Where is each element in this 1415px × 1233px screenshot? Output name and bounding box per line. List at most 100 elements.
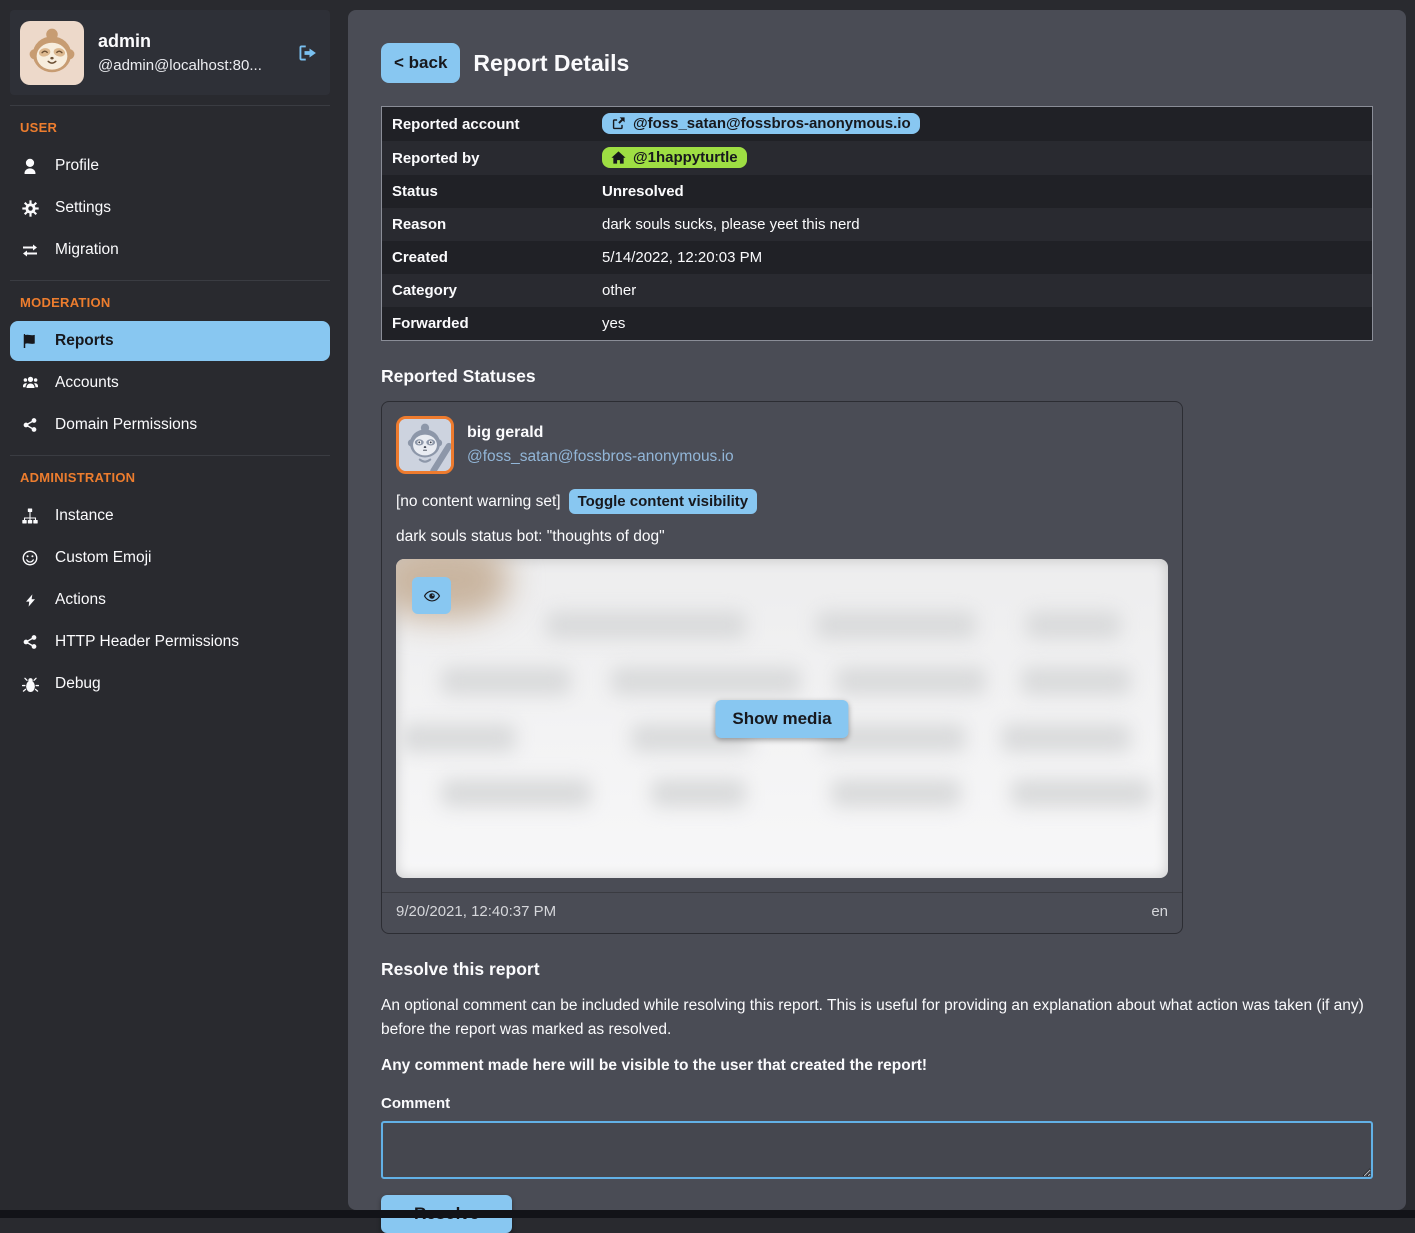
media-blur-blob: [836, 667, 986, 695]
table-row: Reported account @foss_satan@fossbros-an…: [382, 107, 1373, 142]
logout-button[interactable]: [296, 43, 318, 63]
media-blur-blob: [441, 667, 571, 695]
sidebar-item-label: Custom Emoji: [55, 549, 151, 567]
house-icon: [611, 150, 626, 165]
media-blur-blob: [401, 724, 516, 752]
user-card[interactable]: admin @admin@localhost:80...: [10, 10, 330, 95]
hide-media-eye-button[interactable]: [412, 577, 451, 614]
status-language: en: [1151, 903, 1168, 920]
nav-section-moderation: MODERATION: [10, 283, 330, 319]
status-display-name: big gerald: [467, 424, 734, 442]
sidebar-item-domain-permissions[interactable]: Domain Permissions: [10, 405, 330, 445]
comment-label: Comment: [381, 1095, 1373, 1112]
reported-account-link[interactable]: @foss_satan@fossbros-anonymous.io: [602, 113, 920, 134]
media-blur-blob: [816, 611, 976, 639]
sidebar-item-actions[interactable]: Actions: [10, 580, 330, 620]
category-value: other: [592, 274, 1373, 307]
content-warning-text: [no content warning set]: [396, 493, 561, 511]
table-row: Reported by @1happyturtle: [382, 141, 1373, 175]
media-blur-blob: [1001, 724, 1131, 752]
sidebar-item-label: Reports: [55, 332, 114, 350]
sidebar-item-accounts[interactable]: Accounts: [10, 363, 330, 403]
sidebar-item-label: Settings: [55, 199, 111, 217]
reported-by-handle: @1happyturtle: [633, 149, 738, 166]
sidebar-item-debug[interactable]: Debug: [10, 664, 330, 704]
media-blur-blob: [611, 667, 801, 695]
logout-icon: [296, 43, 318, 63]
sidebar-item-label: Profile: [55, 157, 99, 175]
eye-icon: [421, 587, 443, 605]
report-details-panel: < back Report Details Reported account @…: [348, 10, 1406, 1210]
status-media-attachment[interactable]: Show media: [396, 559, 1168, 878]
status-value: Unresolved: [592, 175, 1373, 208]
back-button[interactable]: < back: [381, 43, 460, 83]
media-blur-blob: [1026, 611, 1121, 639]
sidebar-item-label: Domain Permissions: [55, 416, 197, 434]
reported-statuses-heading: Reported Statuses: [381, 366, 1373, 387]
user-handle: @admin@localhost:80...: [98, 57, 262, 74]
resolve-description: An optional comment can be included whil…: [381, 994, 1373, 1042]
sidebar-item-label: Migration: [55, 241, 119, 259]
sidebar-item-instance[interactable]: Instance: [10, 496, 330, 536]
field-label: Forwarded: [382, 307, 593, 341]
table-row: Reason dark souls sucks, please yeet thi…: [382, 208, 1373, 241]
sidebar-item-profile[interactable]: Profile: [10, 146, 330, 186]
field-label: Created: [382, 241, 593, 274]
report-info-table: Reported account @foss_satan@fossbros-an…: [381, 106, 1373, 341]
table-row: Status Unresolved: [382, 175, 1373, 208]
toggle-content-visibility-button[interactable]: Toggle content visibility: [569, 489, 758, 514]
page-title: Report Details: [473, 50, 629, 77]
media-blur-blob: [831, 779, 961, 807]
status-account-link[interactable]: @foss_satan@fossbros-anonymous.io: [467, 448, 734, 466]
table-row: Forwarded yes: [382, 307, 1373, 341]
status-footer: 9/20/2021, 12:40:37 PM en: [382, 892, 1182, 933]
user-avatar: [20, 21, 84, 85]
sitemap-icon: [20, 508, 40, 525]
sidebar-item-settings[interactable]: Settings: [10, 188, 330, 228]
reported-by-link[interactable]: @1happyturtle: [602, 147, 747, 168]
sidebar-item-http-header-permissions[interactable]: HTTP Header Permissions: [10, 622, 330, 662]
content-warning-row: [no content warning set] Toggle content …: [396, 489, 1168, 514]
status-content: dark souls status bot: "thoughts of dog": [396, 528, 1168, 546]
show-media-button[interactable]: Show media: [715, 700, 848, 738]
bolt-icon: [20, 592, 40, 609]
page-bottom-strip: [0, 1210, 1415, 1218]
sidebar-item-label: HTTP Header Permissions: [55, 633, 239, 651]
smiley-icon: [20, 550, 40, 567]
sidebar-item-custom-emoji[interactable]: Custom Emoji: [10, 538, 330, 578]
share-nodes-icon: [20, 634, 40, 651]
field-label: Category: [382, 274, 593, 307]
sidebar-divider: [10, 105, 330, 106]
media-blur-blob: [546, 611, 746, 639]
media-blur-blob: [1021, 667, 1131, 695]
sidebar-nav: USER Profile: [10, 108, 330, 704]
users-icon: [20, 375, 40, 392]
sidebar: admin @admin@localhost:80... USER Profil…: [10, 10, 330, 706]
table-row: Created 5/14/2022, 12:20:03 PM: [382, 241, 1373, 274]
sidebar-item-label: Instance: [55, 507, 114, 525]
flag-icon: [20, 333, 40, 350]
migration-icon: [20, 242, 40, 259]
field-label: Reason: [382, 208, 593, 241]
external-link-icon: [611, 116, 626, 131]
nav-section-administration: ADMINISTRATION: [10, 458, 330, 494]
sidebar-item-migration[interactable]: Migration: [10, 230, 330, 270]
sidebar-item-label: Debug: [55, 675, 101, 693]
field-label: Reported account: [382, 107, 593, 142]
nav-section-user: USER: [10, 108, 330, 144]
sidebar-item-label: Accounts: [55, 374, 119, 392]
sidebar-item-label: Actions: [55, 591, 106, 609]
gears-icon: [20, 200, 40, 217]
media-blur-blob: [441, 779, 591, 807]
sidebar-item-reports[interactable]: Reports: [10, 321, 330, 361]
resolve-heading: Resolve this report: [381, 959, 1373, 980]
field-label: Status: [382, 175, 593, 208]
status-header: big gerald @foss_satan@fossbros-anonymou…: [396, 416, 1168, 474]
field-label: Reported by: [382, 141, 593, 175]
status-timestamp: 9/20/2021, 12:40:37 PM: [396, 903, 556, 920]
share-nodes-icon: [20, 417, 40, 434]
user-icon: [20, 158, 40, 175]
status-avatar: [396, 416, 454, 474]
comment-input[interactable]: [381, 1121, 1373, 1179]
created-value: 5/14/2022, 12:20:03 PM: [592, 241, 1373, 274]
